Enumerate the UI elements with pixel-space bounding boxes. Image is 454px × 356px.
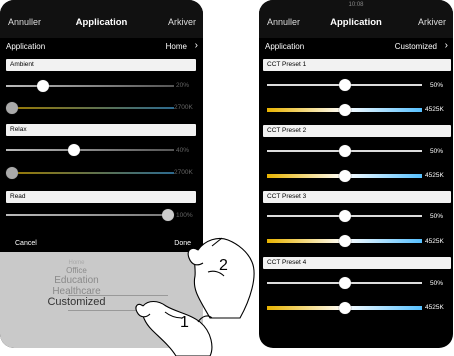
- step-callout-2: 2: [219, 257, 228, 274]
- hand-2-icon: [187, 237, 255, 319]
- hand-1-icon: [135, 300, 213, 356]
- step-callout-1: 1: [180, 314, 189, 331]
- hand-gesture-illustration: [135, 237, 255, 356]
